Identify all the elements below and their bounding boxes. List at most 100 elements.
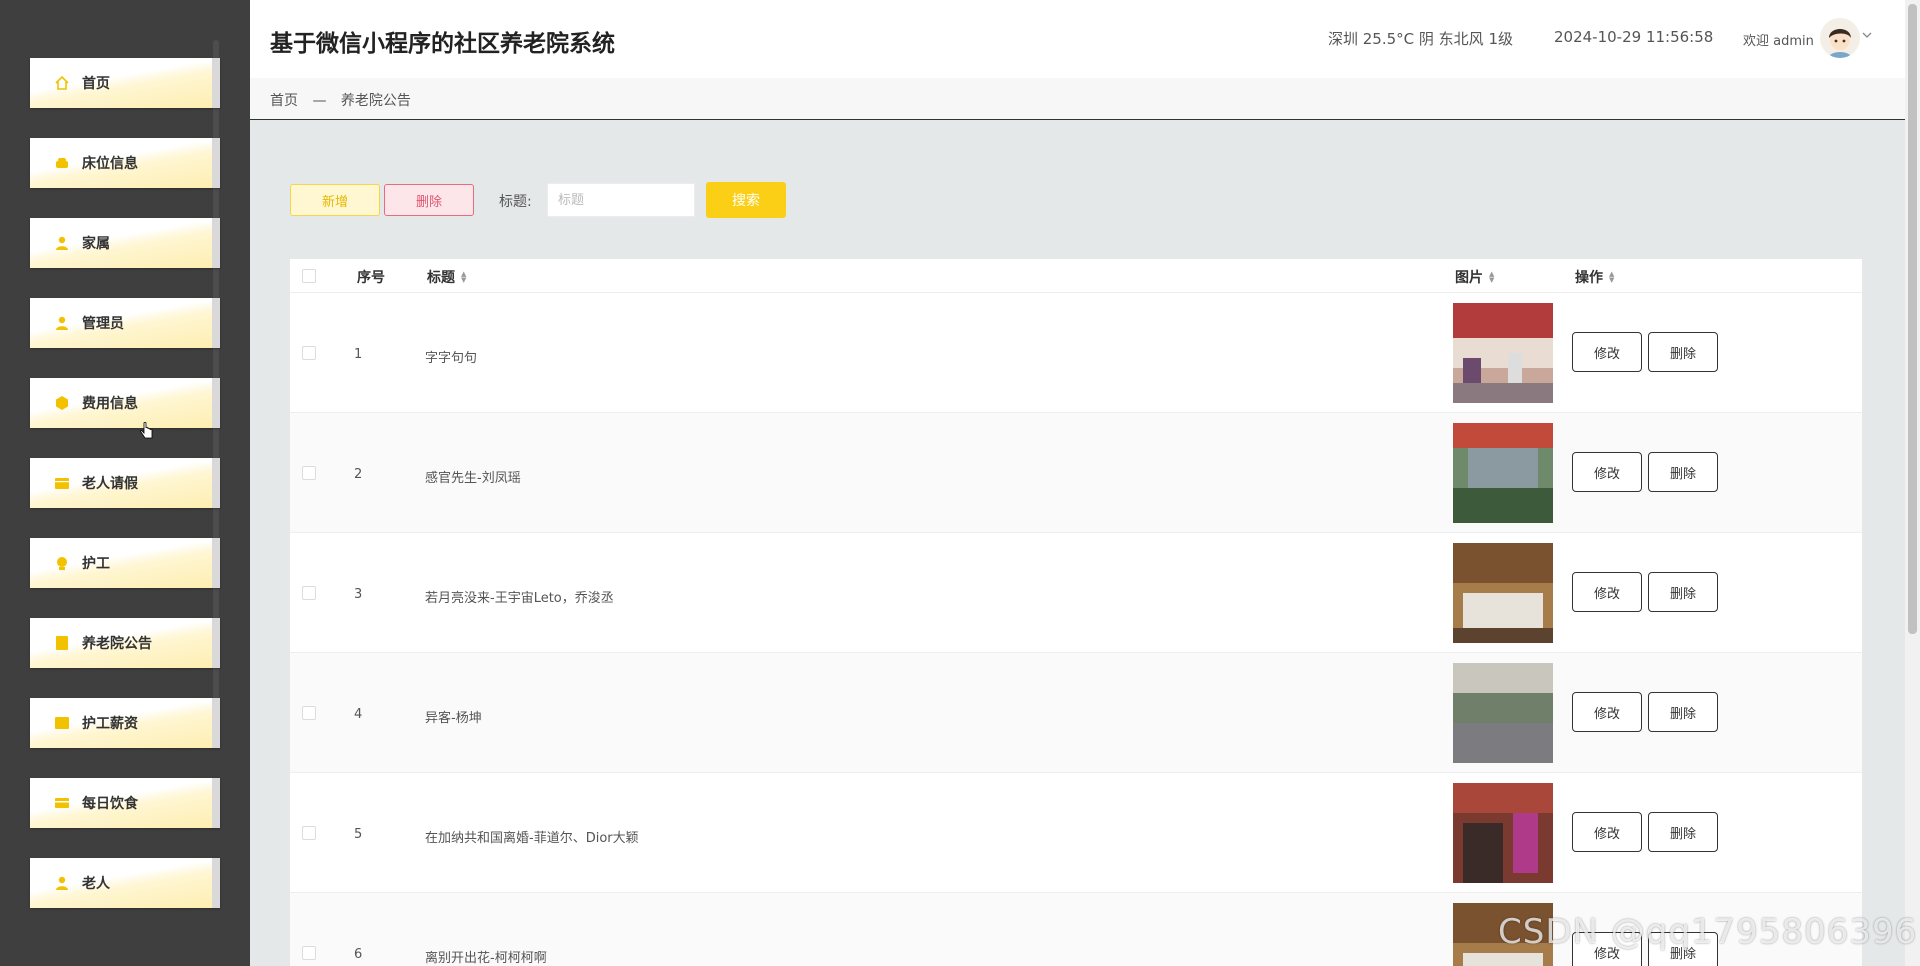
row-checkbox[interactable]: [302, 346, 316, 360]
bed-icon: [54, 155, 70, 171]
app-title: 基于微信小程序的社区养老院系统: [270, 31, 615, 57]
row-title: 异客-杨坤: [425, 711, 482, 726]
edit-button[interactable]: 修改: [1572, 572, 1642, 612]
table-row: 3 若月亮没来-王宇宙Leto，乔浚丞 修改 删除: [290, 533, 1862, 653]
breadcrumb-current: 养老院公告: [340, 93, 411, 109]
row-image[interactable]: [1453, 423, 1553, 523]
top-header: 基于微信小程序的社区养老院系统 深圳 25.5°C 阴 东北风 1级 2024-…: [250, 0, 1920, 78]
row-title: 在加纳共和国离婚-菲道尔、Dior大颖: [425, 831, 639, 846]
row-image[interactable]: [1453, 543, 1553, 643]
table-row: 1 字字句句 修改 删除: [290, 293, 1862, 413]
column-image[interactable]: 图片 ▲ ▼: [1455, 267, 1494, 287]
user-icon: [54, 315, 70, 331]
column-title-label: 标题: [427, 270, 455, 286]
select-all-checkbox[interactable]: [302, 269, 316, 283]
sidebar-item-beds[interactable]: 床位信息: [30, 138, 220, 188]
batch-delete-button[interactable]: 删除: [384, 184, 474, 216]
notice-icon: [54, 635, 70, 651]
row-delete-button[interactable]: 删除: [1648, 332, 1718, 372]
user-icon: [54, 235, 70, 251]
nurse-icon: [54, 555, 70, 571]
avatar[interactable]: [1820, 18, 1860, 58]
breadcrumb-home[interactable]: 首页: [270, 93, 298, 109]
row-checkbox[interactable]: [302, 466, 316, 480]
sidebar-item-label: 每日饮食: [82, 796, 138, 812]
chevron-down-icon[interactable]: [1862, 30, 1872, 43]
column-index: 序号: [357, 267, 385, 287]
breadcrumb-separator: —: [312, 93, 327, 109]
row-checkbox[interactable]: [302, 706, 316, 720]
row-index: 4: [354, 707, 363, 722]
sidebar-item-salary[interactable]: 护工薪资: [30, 698, 220, 748]
sidebar-item-admin[interactable]: 管理员: [30, 298, 220, 348]
sidebar-item-elderly[interactable]: 老人: [30, 858, 220, 908]
page-scrollbar[interactable]: [1905, 0, 1920, 966]
row-title: 若月亮没来-王宇宙Leto，乔浚丞: [425, 591, 614, 606]
sort-icon[interactable]: ▲ ▼: [1489, 271, 1494, 284]
search-input[interactable]: [547, 183, 695, 217]
sidebar-item-label: 管理员: [82, 316, 124, 332]
breadcrumb-bar: 首页 — 养老院公告: [250, 78, 1920, 120]
notice-table: 序号 标题 ▲ ▼ 图片 ▲ ▼ 操作 ▲ ▼ 1 字字句句 修改 删除 2 感官先生-刘凤…: [290, 259, 1862, 966]
sidebar-item-nurse[interactable]: 护工: [30, 538, 220, 588]
row-delete-button[interactable]: 删除: [1648, 692, 1718, 732]
sidebar-item-fees[interactable]: 费用信息: [30, 378, 220, 428]
row-index: 6: [354, 947, 363, 962]
calendar-icon: [54, 475, 70, 491]
welcome-text: 欢迎 admin: [1743, 34, 1814, 49]
sidebar-item-label: 护工: [82, 556, 110, 572]
row-title: 感官先生-刘凤瑶: [425, 471, 521, 486]
column-image-label: 图片: [1455, 270, 1483, 286]
sidebar-item-meals[interactable]: 每日饮食: [30, 778, 220, 828]
row-delete-button[interactable]: 删除: [1648, 812, 1718, 852]
sidebar-item-home[interactable]: 首页: [30, 58, 220, 108]
sidebar-item-label: 费用信息: [82, 396, 138, 412]
sidebar-item-leave[interactable]: 老人请假: [30, 458, 220, 508]
hand-cursor-icon: [140, 421, 154, 442]
table-row: 4 异客-杨坤 修改 删除: [290, 653, 1862, 773]
row-title: 离别开出花-柯柯柯啊: [425, 951, 547, 966]
sidebar: 首页 床位信息 家属 管理员 费用信息 老人请假 护工 养老院公告 护工薪资 每…: [0, 0, 250, 966]
table-row: 5 在加纳共和国离婚-菲道尔、Dior大颖 修改 删除: [290, 773, 1862, 893]
column-actions-label: 操作: [1575, 270, 1603, 286]
edit-button[interactable]: 修改: [1572, 332, 1642, 372]
row-delete-button[interactable]: 删除: [1648, 572, 1718, 612]
row-title: 字字句句: [425, 351, 478, 366]
search-label: 标题:: [499, 194, 532, 210]
sidebar-item-label: 护工薪资: [82, 716, 138, 732]
edit-button[interactable]: 修改: [1572, 692, 1642, 732]
edit-button[interactable]: 修改: [1572, 812, 1642, 852]
edit-button[interactable]: 修改: [1572, 452, 1642, 492]
sidebar-item-family[interactable]: 家属: [30, 218, 220, 268]
row-image[interactable]: [1453, 663, 1553, 763]
row-checkbox[interactable]: [302, 826, 316, 840]
sidebar-item-notice[interactable]: 养老院公告: [30, 618, 220, 668]
row-checkbox[interactable]: [302, 946, 316, 960]
row-checkbox[interactable]: [302, 586, 316, 600]
row-index: 1: [354, 347, 363, 362]
user-icon: [54, 875, 70, 891]
row-image[interactable]: [1453, 783, 1553, 883]
breadcrumb: 首页 — 养老院公告: [270, 90, 421, 110]
add-button[interactable]: 新增: [290, 184, 380, 216]
datetime-display: 2024-10-29 11:56:58: [1554, 28, 1714, 46]
row-index: 2: [354, 467, 363, 482]
sidebar-item-label: 老人: [82, 876, 110, 892]
table-header: 序号 标题 ▲ ▼ 图片 ▲ ▼ 操作 ▲ ▼: [290, 259, 1862, 293]
sidebar-item-label: 老人请假: [82, 476, 138, 492]
row-index: 3: [354, 587, 363, 602]
scrollbar-thumb[interactable]: [1908, 4, 1917, 634]
fee-icon: [54, 395, 70, 411]
column-actions[interactable]: 操作 ▲ ▼: [1575, 267, 1614, 287]
meal-icon: [54, 795, 70, 811]
search-button[interactable]: 搜索: [706, 182, 786, 218]
row-image[interactable]: [1453, 303, 1553, 403]
sort-icon[interactable]: ▲ ▼: [1609, 271, 1614, 284]
sidebar-item-label: 首页: [82, 76, 110, 92]
column-title[interactable]: 标题 ▲ ▼: [427, 267, 466, 287]
salary-icon: [54, 715, 70, 731]
sidebar-item-label: 养老院公告: [82, 636, 152, 652]
sidebar-item-label: 床位信息: [82, 156, 138, 172]
row-delete-button[interactable]: 删除: [1648, 452, 1718, 492]
sort-icon[interactable]: ▲ ▼: [461, 271, 466, 284]
